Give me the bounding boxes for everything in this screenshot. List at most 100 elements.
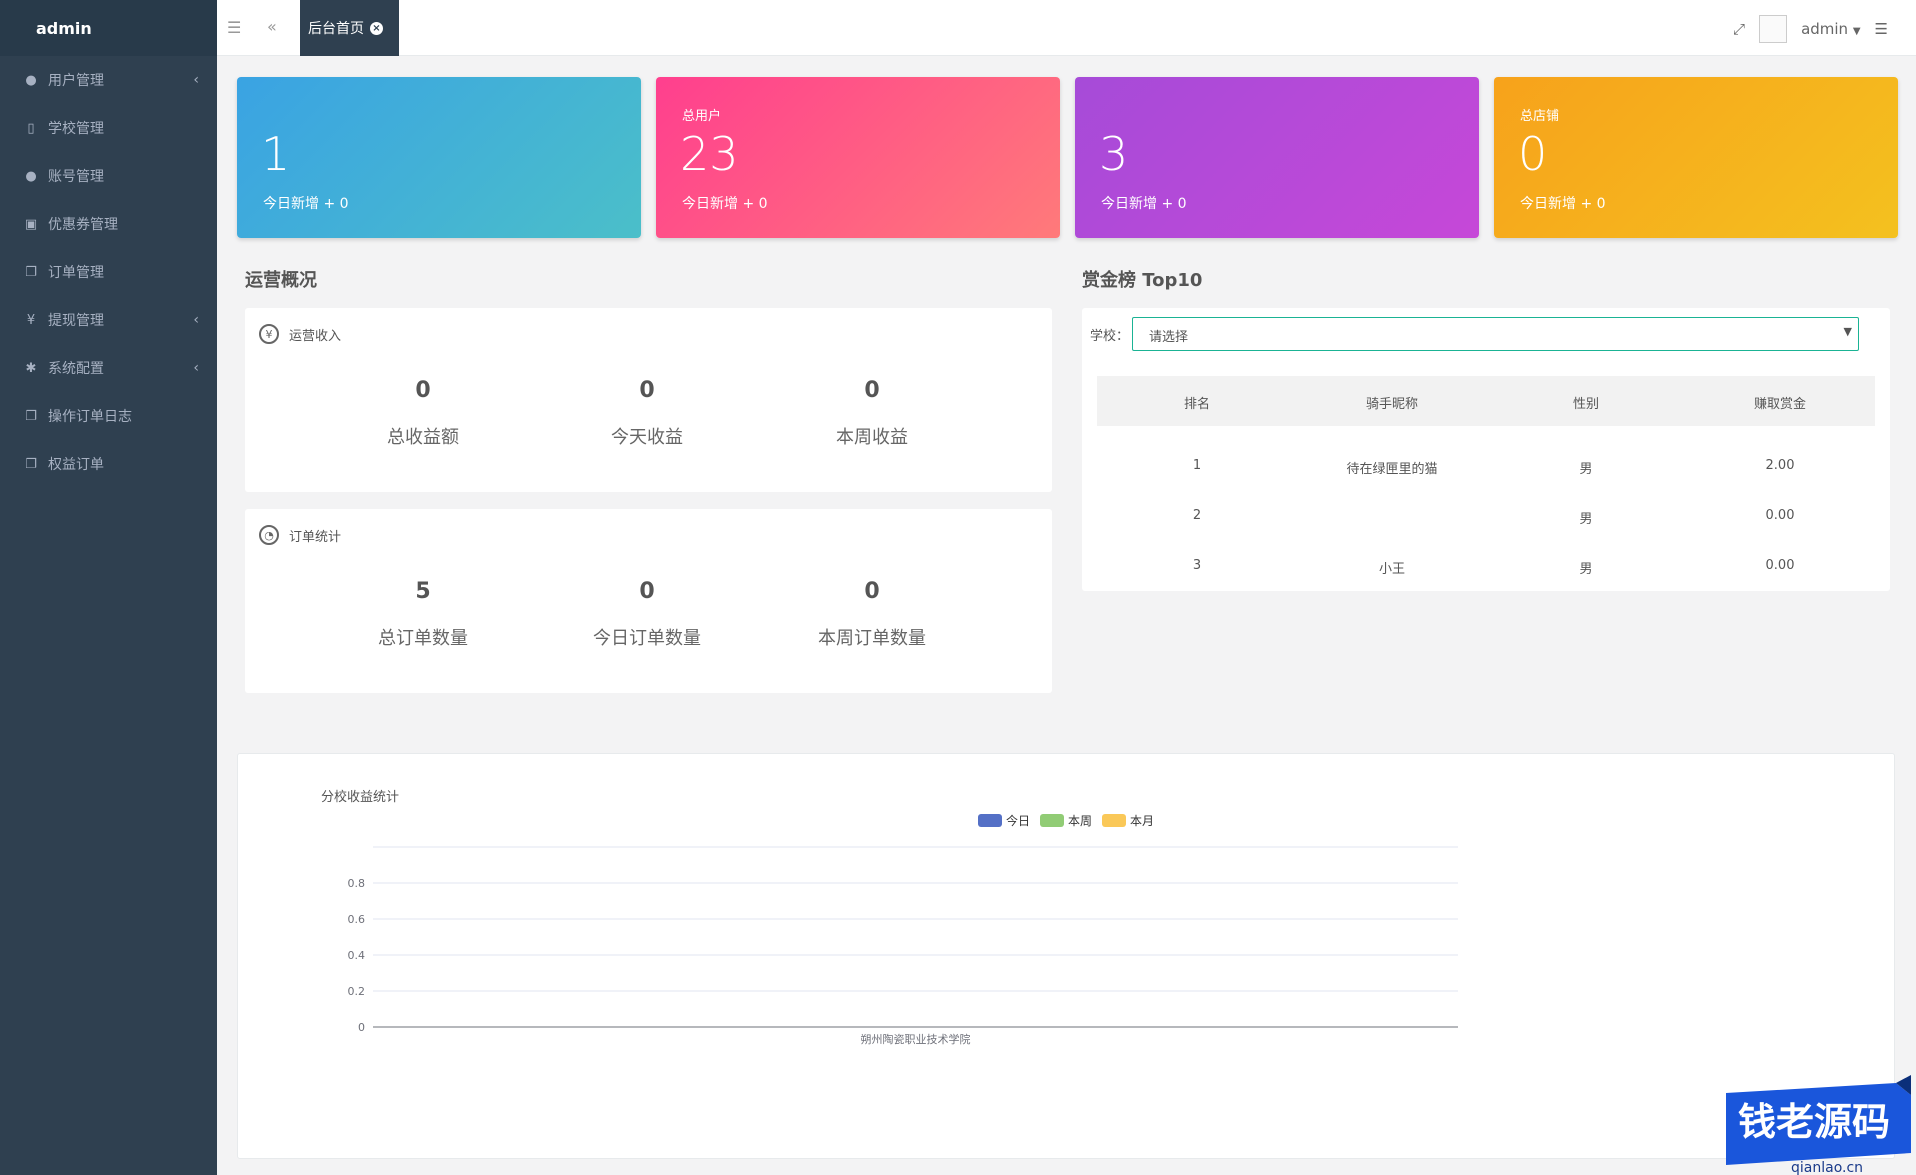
yen-circle-icon: ¥ [259, 324, 279, 344]
school-label: 学校： [1090, 329, 1130, 344]
card-title: 总店铺 [1520, 109, 1560, 124]
overview-title: 运营概况 [245, 270, 317, 291]
sidebar: admin ● 用户管理 ‹ ▯ 学校管理 ● 账号管理 ▣ 优惠券管理 ❐ 订单管理 ¥ 提现管理 ‹ ✱… [0, 0, 217, 1175]
col-gender: 性别 [1572, 397, 1599, 412]
topbar: ☰ « 后台首页 × ⤢ admin ▼ ☰ [217, 0, 1916, 56]
cell-nickname: 待在绿匣里的猫 [1346, 462, 1438, 477]
orders-panel-title: 订单统计 [289, 529, 342, 545]
orders-panel-header: ◔ 订单统计 [259, 525, 341, 545]
svg-text:钱老源码: 钱老源码 [1738, 1100, 1890, 1144]
menu-toggle-icon[interactable]: ☰ [227, 18, 241, 37]
stat-value: 0 [639, 378, 655, 403]
sidebar-item-3[interactable]: ▣ 优惠券管理 [0, 200, 217, 248]
stat-total-income: 0 总收益额 [323, 378, 523, 449]
chevron-left-icon: ‹ [193, 72, 199, 88]
tab-scroll-left-icon[interactable]: « [267, 17, 277, 36]
svg-text:qianlao.cn: qianlao.cn [1791, 1160, 1863, 1175]
school-select-value: 请选择 [1149, 330, 1189, 345]
chevron-left-icon: ‹ [193, 360, 199, 376]
cell-gender: 男 [1579, 462, 1593, 477]
sidebar-item-label: 优惠券管理 [48, 217, 118, 233]
sidebar-item-7[interactable]: ❐ 操作订单日志 [0, 392, 217, 440]
stat-label: 本周收益 [836, 427, 908, 448]
stat-card-3: 3 今日新增 + 0 [1075, 77, 1479, 238]
user-menu[interactable]: admin ▼ [1801, 20, 1860, 38]
ranking-title: 赏金榜 Top10 [1082, 270, 1203, 291]
sidebar-item-8[interactable]: ❐ 权益订单 [0, 440, 217, 488]
fullscreen-icon[interactable]: ⤢ [1733, 20, 1745, 38]
stat-today-orders: 0 今日订单数量 [547, 579, 747, 650]
stat-label: 今天收益 [611, 427, 683, 448]
income-panel: ¥ 运营收入 0 总收益额 0 今天收益 0 本周收益 [245, 308, 1052, 492]
copy-icon: ❐ [25, 264, 37, 280]
y-tick-label: 0.6 [348, 913, 366, 926]
sidebar-item-label: 系统配置 [48, 361, 104, 377]
coupon-icon: ▣ [24, 216, 38, 232]
sidebar-item-6[interactable]: ✱ 系统配置 ‹ [0, 344, 217, 392]
sidebar-item-1[interactable]: ▯ 学校管理 [0, 104, 217, 152]
y-tick-label: 0.8 [348, 877, 366, 890]
cell-rank: 2 [1192, 508, 1202, 523]
sidebar-item-0[interactable]: ● 用户管理 ‹ [0, 56, 217, 104]
chart-pie-icon: ◔ [259, 525, 279, 545]
ranking-table-header: 排名 骑手昵称 性别 赚取赏金 [1097, 376, 1875, 426]
card-sub: 今日新增 + 0 [1101, 196, 1187, 212]
card-title: 总用户 [682, 109, 722, 124]
sidebar-item-label: 用户管理 [48, 73, 104, 89]
tab-home[interactable]: 后台首页 × [300, 0, 399, 56]
sidebar-item-4[interactable]: ❐ 订单管理 [0, 248, 217, 296]
copy-icon: ❐ [25, 408, 37, 424]
card-value: 0 [1518, 127, 1548, 181]
col-rank: 排名 [1183, 397, 1210, 412]
user-icon: ● [25, 72, 37, 88]
y-tick-label: 0 [358, 1021, 365, 1034]
sidebar-item-5[interactable]: ¥ 提现管理 ‹ [0, 296, 217, 344]
school-icon: ▯ [27, 120, 35, 136]
income-panel-title: 运营收入 [289, 328, 342, 344]
table-row: 1 待在绿匣里的猫 男 2.00 [1097, 441, 1875, 491]
card-sub: 今日新增 + 0 [1520, 196, 1606, 212]
stat-label: 总订单数量 [378, 628, 468, 649]
stat-label: 今日订单数量 [593, 628, 701, 649]
cell-bounty: 2.00 [1765, 458, 1795, 473]
avatar[interactable] [1759, 15, 1788, 43]
cell-rank: 3 [1192, 558, 1202, 573]
sidebar-item-2[interactable]: ● 账号管理 [0, 152, 217, 200]
topbar-right: ⤢ admin ▼ ☰ [1733, 15, 1888, 43]
cell-bounty: 0.00 [1765, 558, 1795, 573]
stat-value: 5 [415, 579, 431, 604]
more-menu-icon[interactable]: ☰ [1875, 20, 1888, 38]
tab-close-icon[interactable]: × [370, 21, 383, 35]
orders-panel: ◔ 订单统计 5 总订单数量 0 今日订单数量 0 本周订单数量 [245, 509, 1052, 693]
sidebar-item-label: 操作订单日志 [48, 409, 132, 425]
stat-total-orders: 5 总订单数量 [323, 579, 523, 650]
cell-bounty: 0.00 [1765, 508, 1795, 523]
stat-value: 0 [639, 579, 655, 604]
sidebar-item-label: 学校管理 [48, 121, 104, 137]
yen-icon: ¥ [26, 312, 36, 328]
sidebar-item-label: 账号管理 [48, 169, 104, 185]
gear-icon: ✱ [25, 360, 37, 376]
stat-week-income: 0 本周收益 [772, 378, 972, 449]
stat-value: 0 [864, 378, 880, 403]
card-value: 23 [680, 127, 739, 181]
copy-icon: ❐ [25, 456, 37, 472]
card-sub: 今日新增 + 0 [263, 196, 349, 212]
table-row: 3 小王 男 0.00 [1097, 541, 1875, 591]
watermark-logo: 钱老源码 qianlao.cn [1726, 1075, 1911, 1175]
chevron-down-icon: ▼ [1852, 26, 1861, 37]
y-tick-label: 0.2 [348, 985, 366, 998]
x-tick-label: 朔州陶瓷职业技术学院 [861, 1032, 971, 1046]
table-row: 2 男 0.00 [1097, 491, 1875, 541]
stat-label: 总收益额 [387, 427, 459, 448]
brand-title: admin [0, 0, 217, 56]
tab-home-label: 后台首页 [308, 21, 364, 37]
school-select[interactable]: 请选择 ▼ [1132, 317, 1859, 351]
col-bounty: 赚取赏金 [1753, 397, 1806, 412]
income-panel-header: ¥ 运营收入 [259, 324, 341, 344]
sidebar-item-label: 权益订单 [48, 457, 104, 473]
stat-label: 本周订单数量 [818, 628, 926, 649]
stat-today-income: 0 今天收益 [547, 378, 747, 449]
sidebar-item-label: 订单管理 [48, 265, 104, 281]
users-icon: ● [25, 168, 37, 184]
